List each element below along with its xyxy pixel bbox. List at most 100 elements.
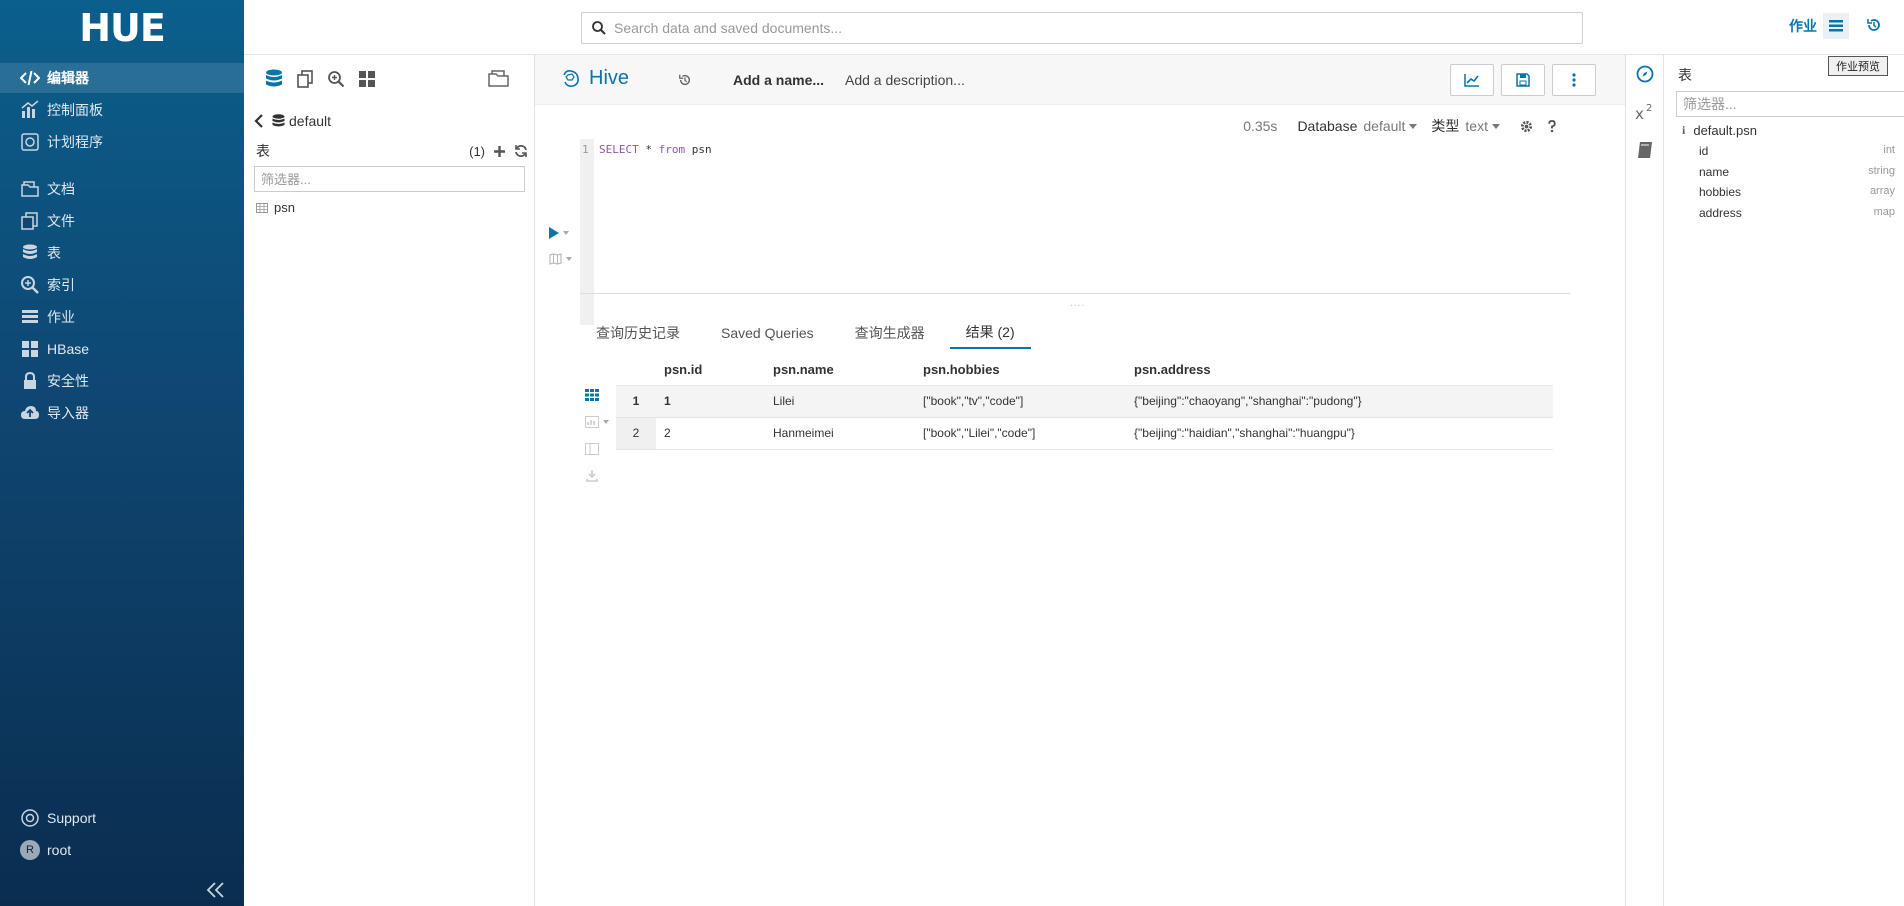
tab-query-history[interactable]: 查询历史记录 bbox=[580, 317, 696, 349]
editor-type-label: Hive bbox=[589, 67, 630, 89]
download-icon bbox=[586, 470, 598, 482]
right-panel-title: 表 bbox=[1678, 67, 1692, 83]
save-button[interactable] bbox=[1501, 64, 1545, 96]
tab-saved-queries[interactable]: Saved Queries bbox=[705, 317, 830, 349]
table-row[interactable]: 2 2 Hanmeimei ["book","Lilei","code"] {"… bbox=[616, 416, 1553, 450]
column-header[interactable]: psn.hobbies bbox=[915, 355, 1126, 385]
user-menu[interactable]: R root bbox=[0, 835, 244, 865]
table-full-name: default.psn bbox=[1693, 123, 1757, 138]
execute-button[interactable] bbox=[549, 227, 569, 239]
chart-toggle-button[interactable] bbox=[1450, 64, 1494, 96]
nav-item-dashboard[interactable]: 控制面板 bbox=[0, 95, 244, 125]
assist-tab-search[interactable] bbox=[320, 66, 351, 92]
column-entry-id[interactable]: id int bbox=[1699, 144, 1895, 158]
column-header[interactable]: psn.name bbox=[765, 355, 915, 385]
type-dropdown[interactable]: text bbox=[1465, 118, 1500, 134]
row-number: 2 bbox=[616, 416, 656, 450]
nav-item-indexes[interactable]: 索引 bbox=[0, 270, 244, 300]
assist-tab-tables[interactable] bbox=[1626, 55, 1664, 93]
nav-item-scheduler[interactable]: 计划程序 bbox=[0, 127, 244, 157]
more-options-button[interactable] bbox=[1552, 64, 1596, 96]
column-name: name bbox=[1699, 165, 1730, 179]
sql-editor[interactable]: 1 SELECT * from psn bbox=[580, 139, 1530, 325]
assist-tabs bbox=[244, 55, 534, 103]
jobs-label: 作业 bbox=[1789, 18, 1817, 34]
refresh-icon[interactable] bbox=[514, 144, 528, 158]
chevron-left-icon[interactable] bbox=[254, 114, 264, 128]
column-entry-name[interactable]: name string bbox=[1699, 165, 1895, 179]
table-cell: Hanmeimei bbox=[765, 416, 915, 450]
jobs-button[interactable]: 作业 bbox=[1789, 13, 1849, 39]
assist-tab-docs[interactable] bbox=[1626, 131, 1664, 169]
search-input[interactable] bbox=[614, 20, 1514, 36]
editor-area: Hive Add a name... Add a description... … bbox=[535, 55, 1625, 906]
hbase-icon bbox=[20, 339, 40, 359]
chart-icon bbox=[20, 100, 40, 120]
nav-item-tables[interactable]: 表 bbox=[0, 238, 244, 268]
assist-tab-functions[interactable]: x2 bbox=[1626, 93, 1664, 131]
database-label: Database bbox=[1297, 118, 1358, 134]
query-name-field[interactable]: Add a name... bbox=[733, 72, 824, 88]
nav-item-label: 导入器 bbox=[47, 405, 89, 421]
chart-view-button[interactable] bbox=[582, 412, 612, 432]
row-number: 1 bbox=[616, 384, 656, 417]
drag-handle-icon[interactable]: .... bbox=[1070, 298, 1085, 309]
nav-item-label: 控制面板 bbox=[47, 102, 103, 118]
line-gutter bbox=[580, 139, 594, 325]
explain-button[interactable] bbox=[549, 253, 572, 265]
assist-folder-button[interactable] bbox=[488, 69, 510, 87]
collapse-sidebar-button[interactable] bbox=[204, 880, 228, 900]
tables-label: 表 bbox=[256, 143, 270, 159]
nav-item-label: 编辑器 bbox=[47, 70, 89, 86]
column-header[interactable]: psn.id bbox=[656, 355, 765, 385]
column-entry-hobbies[interactable]: hobbies array bbox=[1699, 185, 1895, 199]
nav-item-security[interactable]: 安全性 bbox=[0, 366, 244, 396]
table-item-psn[interactable]: psn bbox=[256, 200, 295, 215]
code-line: SELECT * from psn bbox=[599, 143, 712, 156]
column-header[interactable]: psn.address bbox=[1126, 355, 1553, 385]
nav-item-importer[interactable]: 导入器 bbox=[0, 398, 244, 428]
table-row[interactable]: 1 1 Lilei ["book","tv","code"] {"beijing… bbox=[616, 384, 1553, 417]
grid-view-button[interactable] bbox=[582, 385, 602, 405]
assist-tab-hbase[interactable] bbox=[351, 66, 382, 92]
code-icon bbox=[20, 68, 40, 88]
left-navigation: HUE 编辑器 控制面板 计划程序 文档 文件 表 索引 作业 HBase 安全… bbox=[0, 0, 244, 906]
table-entry-default-psn[interactable]: i default.psn bbox=[1682, 123, 1757, 138]
download-button[interactable] bbox=[582, 466, 602, 486]
nav-item-editor[interactable]: 编辑器 bbox=[0, 63, 244, 93]
columns-toggle-button[interactable] bbox=[582, 439, 602, 459]
help-circle-icon bbox=[20, 808, 40, 828]
editor-results-splitter[interactable] bbox=[580, 293, 1570, 294]
assist-tab-sql[interactable] bbox=[258, 66, 289, 92]
nav-item-documents[interactable]: 文档 bbox=[0, 174, 244, 204]
database-dropdown[interactable]: default bbox=[1363, 118, 1418, 134]
result-tabs: 查询历史记录 Saved Queries 查询生成器 结果 (2) bbox=[580, 317, 1040, 349]
hue-logo[interactable]: HUE bbox=[0, 0, 244, 55]
info-icon: i bbox=[1682, 123, 1686, 137]
tab-query-builder[interactable]: 查询生成器 bbox=[839, 317, 941, 349]
right-filter-input[interactable] bbox=[1676, 91, 1904, 117]
nav-item-label: 文档 bbox=[47, 181, 75, 197]
add-icon[interactable] bbox=[493, 145, 506, 158]
global-search[interactable] bbox=[581, 12, 1583, 44]
assist-tab-documents[interactable] bbox=[289, 66, 320, 92]
editor-type-title: Hive bbox=[561, 67, 629, 90]
tables-count: (1) bbox=[469, 143, 485, 159]
nav-item-jobs[interactable]: 作业 bbox=[0, 302, 244, 332]
user-name: root bbox=[47, 842, 72, 858]
help-icon[interactable] bbox=[1547, 119, 1557, 133]
column-entry-address[interactable]: address map bbox=[1699, 206, 1895, 220]
nav-item-support[interactable]: Support bbox=[0, 803, 244, 833]
query-description-field[interactable]: Add a description... bbox=[845, 72, 965, 88]
nav-item-files[interactable]: 文件 bbox=[0, 206, 244, 236]
history-button[interactable] bbox=[1866, 17, 1882, 33]
gear-icon[interactable] bbox=[1520, 120, 1533, 133]
database-breadcrumb[interactable]: default bbox=[254, 113, 331, 129]
tables-filter-input[interactable] bbox=[254, 166, 525, 192]
tab-results[interactable]: 结果 (2) bbox=[949, 317, 1031, 349]
table-cell: ["book","tv","code"] bbox=[915, 384, 1126, 417]
nav-item-hbase[interactable]: HBase bbox=[0, 334, 244, 364]
jobs-list-icon bbox=[1823, 13, 1849, 39]
nav-item-label: HBase bbox=[47, 341, 90, 357]
editor-history-button[interactable] bbox=[678, 73, 692, 87]
